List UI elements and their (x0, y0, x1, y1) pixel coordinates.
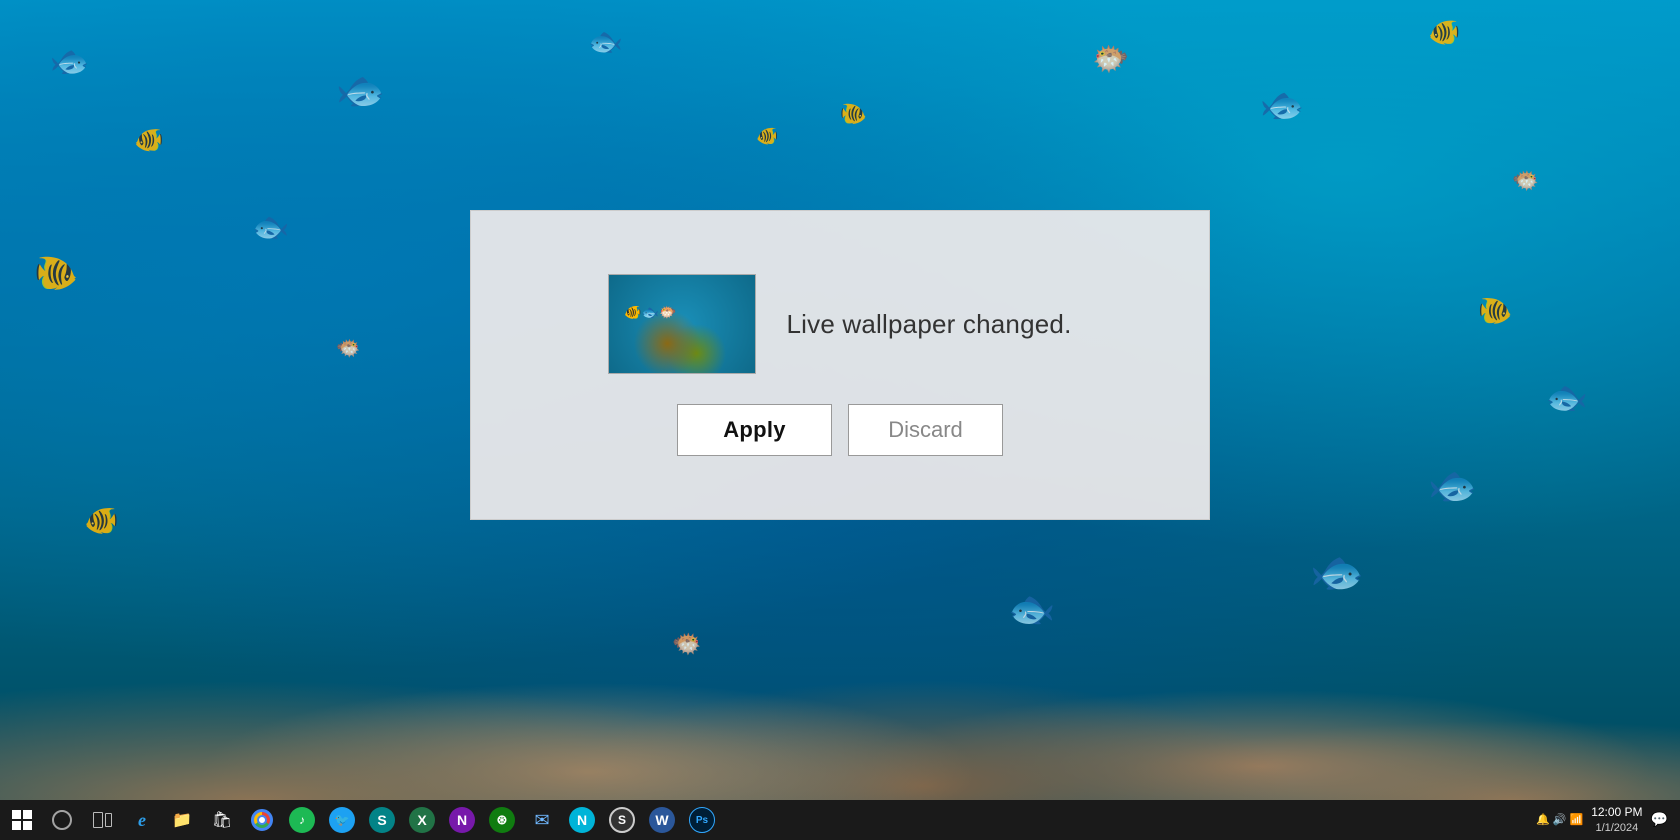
apply-button[interactable]: Apply (677, 404, 832, 456)
photoshop-button[interactable]: Ps (684, 802, 720, 838)
start-button[interactable] (4, 802, 40, 838)
chrome-icon (251, 809, 273, 831)
task-view-icon (93, 812, 112, 828)
word-icon: W (649, 807, 675, 833)
store-icon: 🛍 (212, 810, 232, 830)
taskbar-right: 🔔 🔊 📶 12:00 PM 1/1/2024 💬 (1536, 805, 1676, 835)
spotify-button[interactable]: ♪ (284, 802, 320, 838)
sway-icon: S (369, 807, 395, 833)
onenote-button[interactable]: N (444, 802, 480, 838)
coral-reef (0, 520, 1680, 800)
twitter-button[interactable]: 🐦 (324, 802, 360, 838)
onenote-icon: N (449, 807, 475, 833)
cortana-button[interactable] (44, 802, 80, 838)
twitter-icon: 🐦 (329, 807, 355, 833)
mail-button[interactable]: ✉ (524, 802, 560, 838)
mail-icon: ✉ (534, 810, 549, 831)
task-view-button[interactable] (84, 802, 120, 838)
cortana-circle (52, 810, 72, 830)
chrome-button[interactable] (244, 802, 280, 838)
time-display: 12:00 PM (1591, 805, 1642, 821)
dialog-content: Live wallpaper changed. (568, 254, 1111, 374)
system-tray: 🔔 🔊 📶 (1536, 813, 1583, 826)
xbox-icon: ⊛ (489, 807, 515, 833)
discard-button[interactable]: Discard (848, 404, 1003, 456)
spotify-icon: ♪ (289, 807, 315, 833)
sonos-icon: S (609, 807, 635, 833)
sonos-button[interactable]: S (604, 802, 640, 838)
edge-icon: e (138, 810, 146, 831)
taskbar: e 📁 🛍 ♪ 🐦 S X N ⊛ ✉ N (0, 800, 1680, 840)
wallpaper-change-dialog: Live wallpaper changed. Apply Discard (470, 210, 1210, 520)
edge-button[interactable]: e (124, 802, 160, 838)
clock[interactable]: 12:00 PM 1/1/2024 (1591, 805, 1642, 835)
notification-icon[interactable]: 💬 (1651, 811, 1668, 828)
dialog-message: Live wallpaper changed. (786, 309, 1071, 340)
photoshop-icon: Ps (689, 807, 715, 833)
edge-n-icon: N (569, 807, 595, 833)
excel-icon: X (409, 807, 435, 833)
dialog-buttons: Apply Discard (637, 404, 1043, 476)
xbox-button[interactable]: ⊛ (484, 802, 520, 838)
edge-n-button[interactable]: N (564, 802, 600, 838)
excel-button[interactable]: X (404, 802, 440, 838)
file-explorer-icon: 📁 (172, 810, 192, 830)
windows-logo (12, 810, 32, 830)
wallpaper-thumbnail (608, 274, 756, 374)
word-button[interactable]: W (644, 802, 680, 838)
sway-button[interactable]: S (364, 802, 400, 838)
file-explorer-button[interactable]: 📁 (164, 802, 200, 838)
date-display: 1/1/2024 (1591, 821, 1642, 835)
store-button[interactable]: 🛍 (204, 802, 240, 838)
